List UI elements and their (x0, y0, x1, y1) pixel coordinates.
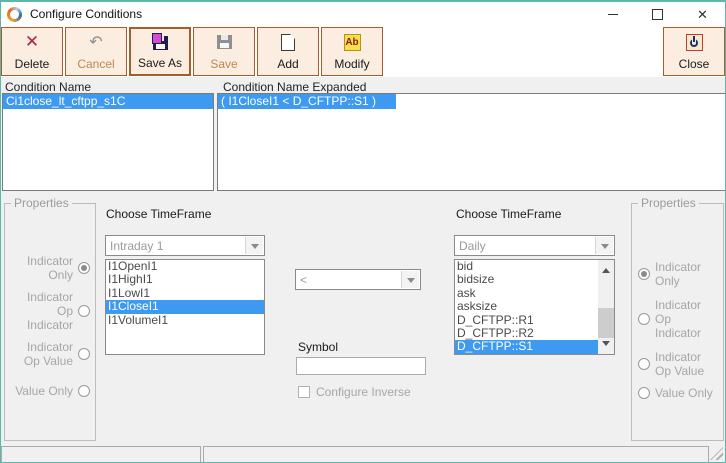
app-logo-icon (7, 7, 22, 22)
condition-name-expanded-header: Condition Name Expanded (223, 80, 366, 94)
left-indicator-list[interactable]: I1OpenI1I1HighI1I1LowI1I1CloseI1I1Volume… (105, 259, 265, 355)
left-timeframe-combo[interactable]: Intraday 1 (105, 235, 265, 256)
indicator-item[interactable]: bid (455, 260, 598, 273)
modify-button[interactable]: Ab Modify (321, 27, 383, 76)
chevron-down-icon[interactable] (595, 237, 613, 254)
indicator-item[interactable]: I1HighI1 (106, 273, 264, 286)
condition-expanded-list[interactable]: ( I1CloseI1 < D_CFTPP::S1 ) (217, 93, 726, 191)
indicator-item[interactable]: bidsize (455, 273, 598, 286)
radio-option[interactable]: Indicator Op Value (24, 340, 90, 368)
properties-group-right: Properties Indicator Only Indicator Op I… (631, 203, 724, 441)
condition-row[interactable]: Ci1close_lt_cftpp_s1C (3, 94, 213, 109)
scrollbar (598, 260, 614, 354)
delete-button[interactable]: ✕ Delete (1, 27, 63, 76)
checkbox-icon (298, 386, 310, 398)
scrollbar-thumb[interactable] (598, 308, 614, 338)
cancel-button[interactable]: ↶ Cancel (65, 27, 127, 76)
indicator-item[interactable]: I1CloseI1 (106, 300, 264, 313)
radio-icon (638, 268, 650, 280)
window-title: Configure Conditions (30, 7, 142, 21)
radio-icon (638, 313, 650, 325)
chevron-down-icon[interactable] (245, 237, 263, 254)
undo-icon: ↶ (89, 33, 102, 51)
radio-option[interactable]: Indicator Op Indicator (27, 290, 90, 332)
maximize-button[interactable] (635, 2, 680, 26)
configure-conditions-window: Configure Conditions ✕ ✕ Delete ↶ Cancel… (0, 0, 726, 463)
right-indicator-list[interactable]: bidbidsizeaskasksizeD_CFTPP::R1D_CFTPP::… (454, 259, 615, 355)
radio-option[interactable]: Value Only (638, 386, 713, 400)
resize-grip[interactable] (710, 447, 723, 460)
radio-icon (78, 348, 90, 360)
condition-name-header: Condition Name (5, 80, 91, 94)
condition-name-list[interactable]: Ci1close_lt_cftpp_s1C (2, 93, 214, 191)
scroll-down-icon[interactable] (598, 338, 614, 354)
indicator-item[interactable]: ask (455, 287, 598, 300)
minimize-icon (608, 14, 618, 15)
indicator-item[interactable]: I1OpenI1 (106, 260, 264, 273)
radio-icon (78, 385, 90, 397)
right-timeframe-combo[interactable]: Daily (454, 235, 615, 256)
minimize-button[interactable] (590, 2, 635, 26)
maximize-icon (652, 9, 663, 20)
left-timeframe-label: Choose TimeFrame (106, 207, 211, 221)
indicator-item[interactable]: D_CFTPP::S1 (455, 340, 598, 353)
configure-inverse-checkbox[interactable]: Configure Inverse (298, 385, 411, 399)
radio-icon (638, 387, 650, 399)
radio-option[interactable]: Indicator Op Value (638, 350, 704, 378)
title-bar: Configure Conditions ✕ (1, 2, 725, 26)
add-button[interactable]: Add (257, 27, 319, 76)
toolbar: ✕ Delete ↶ Cancel Save As Save Add Ab Mo… (1, 26, 725, 77)
save-as-button[interactable]: Save As (129, 27, 191, 76)
radio-option[interactable]: Indicator Only (638, 260, 701, 288)
indicator-item[interactable]: D_CFTPP::R2 (455, 327, 598, 340)
close-icon: ✕ (697, 8, 708, 21)
indicator-item[interactable]: D_CFTPP::R1 (455, 314, 598, 327)
radio-option[interactable]: Indicator Op Indicator (638, 298, 701, 340)
status-panel-left (1, 446, 201, 463)
indicator-item[interactable]: I1LowI1 (106, 287, 264, 300)
close-button[interactable]: Close (663, 27, 725, 76)
indicator-item[interactable]: I1VolumeI1 (106, 314, 264, 327)
save-as-icon (153, 34, 168, 52)
chevron-down-icon[interactable] (401, 271, 419, 288)
scroll-up-icon[interactable] (598, 260, 614, 276)
caption-buttons: ✕ (590, 2, 725, 26)
symbol-label: Symbol (298, 340, 338, 354)
radio-icon (78, 305, 90, 317)
status-panel-right (203, 446, 709, 463)
operator-combo[interactable]: < (295, 269, 421, 290)
right-timeframe-label: Choose TimeFrame (456, 207, 561, 221)
window-close-button[interactable]: ✕ (680, 2, 725, 26)
radio-icon (638, 358, 650, 370)
radio-icon (78, 262, 90, 274)
radio-option[interactable]: Value Only (15, 384, 90, 398)
power-icon (686, 33, 703, 51)
indicator-item[interactable]: asksize (455, 300, 598, 313)
symbol-input[interactable] (296, 357, 426, 375)
properties-group-left: Properties Indicator Only Indicator Op I… (4, 203, 96, 441)
add-page-icon (281, 33, 295, 51)
delete-x-icon: ✕ (25, 33, 39, 51)
modify-ab-icon: Ab (344, 33, 361, 51)
radio-option[interactable]: Indicator Only (27, 254, 90, 282)
condition-expanded-row[interactable]: ( I1CloseI1 < D_CFTPP::S1 ) (218, 94, 396, 109)
save-button[interactable]: Save (193, 27, 255, 76)
save-icon (217, 33, 232, 51)
